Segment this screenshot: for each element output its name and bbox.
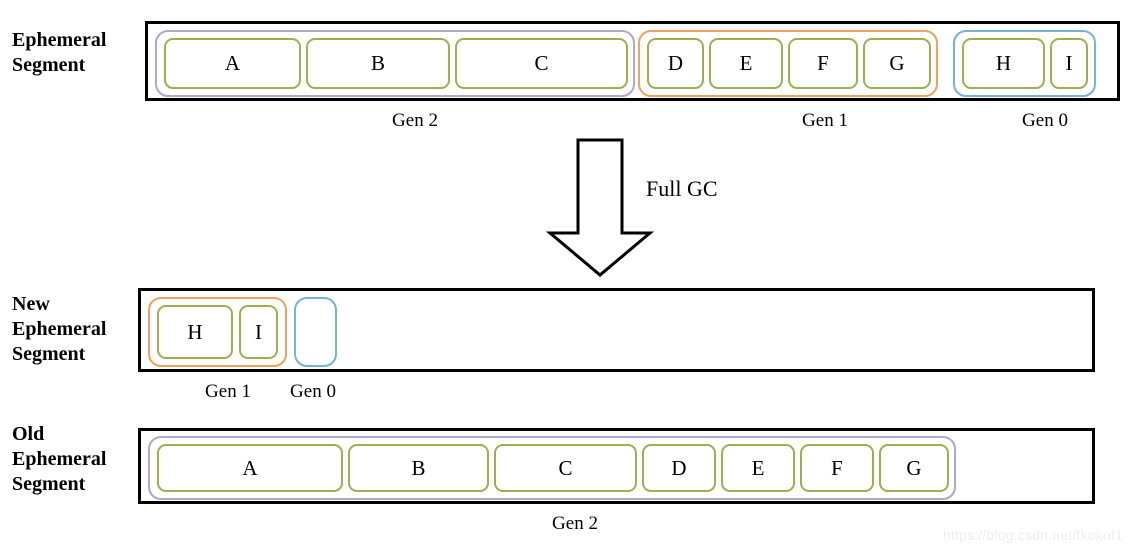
gen-caption-row3-gen2: Gen 2: [552, 513, 598, 534]
object-box: E: [709, 38, 783, 89]
object-box: D: [642, 444, 716, 492]
object-box: H: [962, 38, 1045, 89]
gen-caption-row2-gen0: Gen 0: [290, 381, 336, 402]
object-box: A: [164, 38, 301, 89]
object-box: E: [721, 444, 795, 492]
object-box: C: [494, 444, 637, 492]
row-label-old-ephemeral-segment: Old Ephemeral Segment: [12, 423, 107, 495]
watermark-text: https://blog.csdn.net/tkokof1: [942, 527, 1123, 543]
object-box: H: [157, 305, 233, 359]
object-box: F: [800, 444, 874, 492]
object-box: A: [157, 444, 343, 492]
object-box: F: [788, 38, 858, 89]
row-label-ephemeral-segment: Ephemeral Segment: [12, 29, 107, 76]
gen-caption-row1-gen0: Gen 0: [1022, 110, 1068, 131]
gen-caption-row1-gen1: Gen 1: [802, 110, 848, 131]
object-box: I: [239, 305, 278, 359]
object-box: G: [879, 444, 949, 492]
segment-container-old-ephemeral: A B C D E F G: [138, 428, 1095, 504]
full-gc-label: Full GC: [646, 176, 718, 201]
object-box: B: [306, 38, 450, 89]
generation-wrapper-gen0-row2: [294, 297, 337, 367]
row-label-new-ephemeral-segment: New Ephemeral Segment: [12, 293, 107, 365]
object-box: I: [1050, 38, 1088, 89]
object-box: G: [863, 38, 931, 89]
gen-caption-row1-gen2: Gen 2: [392, 110, 438, 131]
object-box: D: [647, 38, 704, 89]
segment-container-new-ephemeral: H I: [138, 288, 1095, 372]
object-box: C: [455, 38, 628, 89]
full-gc-arrow-icon: [545, 138, 655, 277]
segment-container-ephemeral: A B C D E F G H I: [145, 21, 1120, 101]
object-box: B: [348, 444, 489, 492]
